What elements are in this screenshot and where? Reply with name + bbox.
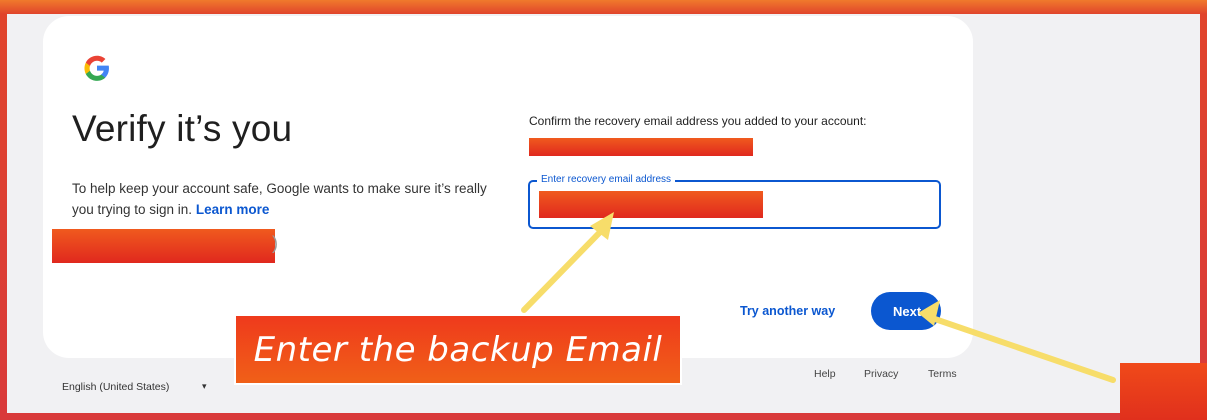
annotation-callout: Enter the backup Email bbox=[234, 314, 682, 385]
privacy-link[interactable]: Privacy bbox=[864, 368, 898, 380]
page-title: Verify it’s you bbox=[72, 108, 293, 149]
description-text: To help keep your account safe, Google w… bbox=[72, 181, 487, 217]
page-description: To help keep your account safe, Google w… bbox=[72, 178, 502, 220]
terms-link[interactable]: Terms bbox=[928, 368, 957, 380]
recovery-email-field[interactable]: Enter recovery email address bbox=[528, 174, 941, 229]
language-selector[interactable]: English (United States) bbox=[62, 381, 169, 393]
redacted-corner-block bbox=[1120, 363, 1207, 420]
google-logo-icon bbox=[84, 55, 109, 81]
next-button[interactable]: Next bbox=[871, 292, 941, 330]
confirm-prompt: Confirm the recovery email address you a… bbox=[529, 114, 867, 128]
redacted-recovery-hint bbox=[529, 138, 753, 156]
redacted-account-email bbox=[52, 229, 275, 263]
verify-card: Verify it’s you To help keep your accoun… bbox=[43, 16, 973, 358]
learn-more-link[interactable]: Learn more bbox=[196, 202, 270, 217]
annotation-callout-text: Enter the backup Email bbox=[253, 329, 663, 370]
next-button-label: Next bbox=[893, 303, 922, 319]
recovery-email-label: Enter recovery email address bbox=[537, 174, 676, 185]
chevron-down-icon[interactable]: ▾ bbox=[202, 381, 207, 392]
try-another-way-button[interactable]: Try another way bbox=[740, 304, 835, 318]
redacted-input-value bbox=[539, 191, 763, 218]
account-chip-edge: ) bbox=[272, 233, 278, 253]
help-link[interactable]: Help bbox=[814, 368, 836, 380]
